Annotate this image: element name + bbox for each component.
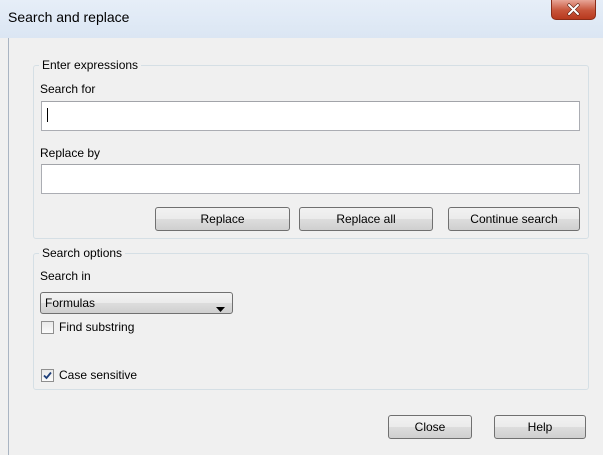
title-bar[interactable]: Search and replace	[0, 0, 603, 38]
replace-button[interactable]: Replace	[155, 207, 290, 231]
window-title: Search and replace	[8, 9, 130, 25]
search-options-group-label: Search options	[42, 246, 123, 260]
text-caret	[47, 108, 48, 122]
help-button[interactable]: Help	[494, 415, 586, 439]
search-in-label: Search in	[40, 269, 91, 283]
case-sensitive-checkbox[interactable]	[41, 369, 54, 382]
continue-search-button[interactable]: Continue search	[448, 207, 580, 231]
dialog-body: Enter expressions Search for Replace by …	[8, 38, 603, 455]
search-input[interactable]	[41, 101, 580, 131]
case-sensitive-label[interactable]: Case sensitive	[59, 368, 137, 382]
search-in-value: Formulas	[45, 296, 96, 310]
replace-by-label: Replace by	[40, 146, 101, 160]
window-close-button[interactable]	[551, 0, 596, 20]
search-for-label: Search for	[40, 82, 96, 96]
replace-input[interactable]	[41, 164, 580, 194]
find-substring-checkbox[interactable]	[41, 321, 54, 334]
search-replace-dialog: Search and replace Enter expressions Sea…	[0, 0, 603, 455]
close-button[interactable]: Close	[388, 415, 472, 439]
chevron-down-icon	[216, 301, 225, 315]
find-substring-label[interactable]: Find substring	[59, 320, 134, 334]
replace-all-button[interactable]: Replace all	[299, 207, 433, 231]
expressions-group-label: Enter expressions	[42, 58, 139, 72]
search-in-select[interactable]: Formulas	[40, 292, 233, 314]
